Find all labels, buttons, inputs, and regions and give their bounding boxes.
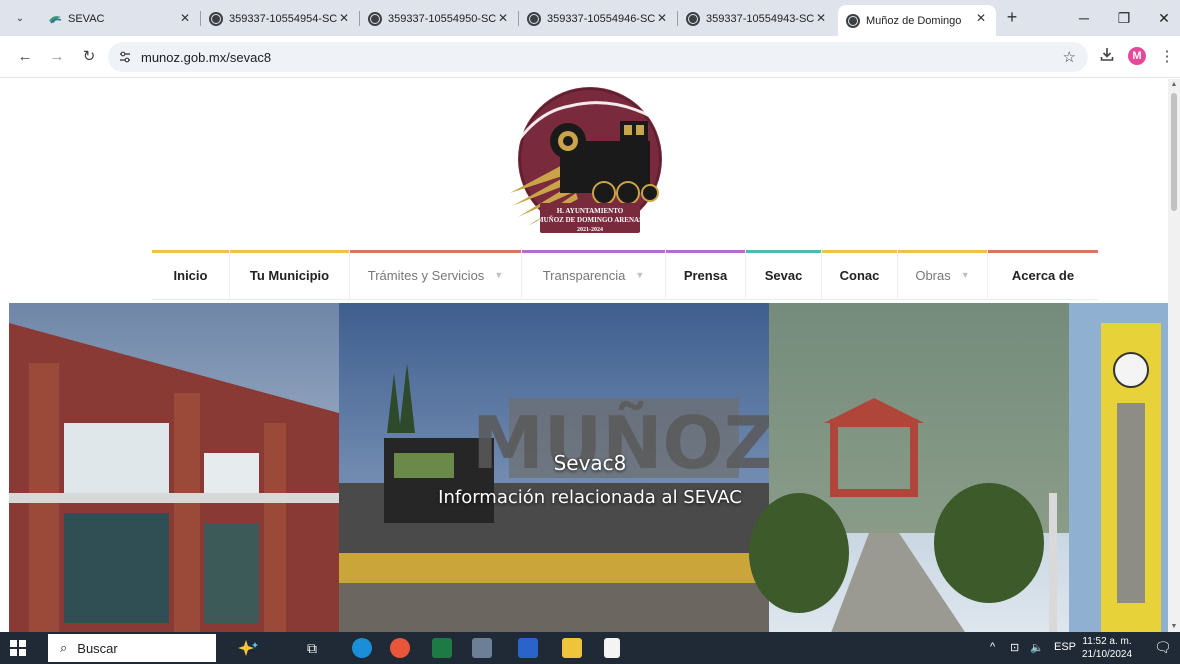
search-icon: ⌕ xyxy=(60,640,68,655)
nav-tu-municipio[interactable]: Tu Municipio xyxy=(230,250,350,300)
tab-title: 359337-10554946-SC xyxy=(547,12,656,25)
globe-icon xyxy=(686,11,700,26)
globe-icon xyxy=(846,13,860,28)
globe-icon xyxy=(368,11,382,26)
back-arrow-icon[interactable]: ← xyxy=(14,46,36,68)
notepad-icon[interactable] xyxy=(604,638,620,658)
chevron-down-icon: ▼ xyxy=(494,270,504,280)
scroll-thumb[interactable] xyxy=(1171,93,1177,211)
download-icon[interactable] xyxy=(1096,46,1118,68)
copilot-sparkle-icon[interactable] xyxy=(236,638,258,658)
minimize-icon[interactable]: ─ xyxy=(1072,6,1096,30)
hero-banner: MUÑOZ Sevac8 Información relacionada al … xyxy=(9,303,1171,632)
taskbar-clock[interactable]: 11:52 a. m. 21/10/2024 xyxy=(1082,635,1132,661)
tab-title: SEVAC xyxy=(68,12,105,25)
network-icon[interactable]: ⊡ xyxy=(1010,641,1019,654)
chevron-down-icon: ▼ xyxy=(960,270,970,280)
nav-transparencia[interactable]: Transparencia ▼ xyxy=(522,250,666,300)
chevron-down-icon: ▼ xyxy=(635,270,645,280)
profile-avatar[interactable]: M xyxy=(1128,47,1146,65)
nav-inicio[interactable]: Inicio xyxy=(152,250,230,300)
tab-close-icon[interactable]: ✕ xyxy=(655,11,669,25)
tab-title: Muñoz de Domingo xyxy=(866,14,962,27)
forward-arrow-icon[interactable]: → xyxy=(46,46,68,68)
sevac-favicon-icon xyxy=(48,12,62,26)
nav-label: Inicio xyxy=(173,267,208,283)
web-page: H. AYUNTAMIENTO MUÑOZ DE DOMINGO ARENAS … xyxy=(0,79,1180,632)
tab-close-icon[interactable]: ✕ xyxy=(337,11,351,25)
nav-sevac[interactable]: Sevac xyxy=(746,250,822,300)
restore-icon[interactable]: ❐ xyxy=(1112,6,1136,30)
logo-line-1: H. AYUNTAMIENTO xyxy=(557,207,624,215)
word-icon[interactable] xyxy=(518,638,538,658)
address-bar[interactable]: munoz.gob.mx/sevac8 ☆ xyxy=(108,42,1088,72)
tab-title: 359337-10554950-SC xyxy=(388,12,497,25)
tray-chevron-up-icon[interactable]: ^ xyxy=(990,641,995,653)
tab-munoz-active[interactable]: Muñoz de Domingo ✕ xyxy=(838,5,996,36)
tab-doc-4[interactable]: 359337-10554943-SC ✕ xyxy=(678,5,836,32)
tab-strip: ⌄ SEVAC ✕ 359337-10554954-SC ✕ 359337-10… xyxy=(0,0,1180,36)
nav-label: Sevac xyxy=(764,267,803,283)
bookmark-star-icon[interactable]: ☆ xyxy=(1063,48,1076,66)
volume-muted-icon[interactable]: 🔈 xyxy=(1030,641,1044,654)
nav-obras[interactable]: Obras ▼ xyxy=(898,250,988,300)
nav-label: Obras xyxy=(915,267,951,283)
tab-title: 359337-10554954-SC xyxy=(229,12,338,25)
nav-label: Acerca de xyxy=(1011,267,1075,283)
globe-icon xyxy=(527,11,541,26)
task-view-icon[interactable]: ⧉ xyxy=(302,638,322,658)
logo-line-2: MUÑOZ DE DOMINGO ARENAS xyxy=(537,216,643,224)
windows-start-icon[interactable] xyxy=(10,640,26,656)
new-tab-button[interactable]: + xyxy=(1003,8,1021,27)
reload-icon[interactable]: ↻ xyxy=(78,46,100,68)
taskbar-search-placeholder: Buscar xyxy=(77,640,118,656)
nav-tramites[interactable]: Trámites y Servicios ▼ xyxy=(350,250,522,300)
menu-kebab-icon[interactable]: ⋮ xyxy=(1156,46,1178,68)
site-info-icon[interactable] xyxy=(118,50,132,64)
tab-doc-1[interactable]: 359337-10554954-SC ✕ xyxy=(201,5,359,32)
main-nav: Inicio Tu Municipio Trámites y Servicios… xyxy=(152,250,1098,300)
browser-toolbar: ← → ↻ munoz.gob.mx/sevac8 ☆ M ⋮ xyxy=(0,36,1180,78)
nav-label: Transparencia xyxy=(542,267,626,283)
globe-icon xyxy=(209,11,223,26)
municipality-logo[interactable]: H. AYUNTAMIENTO MUÑOZ DE DOMINGO ARENAS … xyxy=(500,81,680,241)
notifications-icon[interactable]: 🗨 xyxy=(1154,639,1172,656)
close-window-icon[interactable]: ✕ xyxy=(1152,6,1176,30)
page-scrollbar[interactable]: ▲ ▼ xyxy=(1168,79,1180,632)
tab-close-icon[interactable]: ✕ xyxy=(814,11,828,25)
tab-search-icon[interactable]: ⌄ xyxy=(10,8,30,28)
windows-taskbar: ⌕ Buscar ⧉ ^ ⊡ 🔈 ESP 11:52 a. m. 21/10/2… xyxy=(0,632,1180,664)
nav-acerca-de[interactable]: Acerca de xyxy=(988,250,1098,300)
clock-time: 11:52 a. m. xyxy=(1082,636,1132,647)
hero-title: Sevac8 xyxy=(553,451,627,475)
scroll-up-arrow-icon[interactable]: ▲ xyxy=(1170,81,1178,88)
tab-doc-3[interactable]: 359337-10554946-SC ✕ xyxy=(519,5,677,32)
tab-title: 359337-10554943-SC xyxy=(706,12,815,25)
clock-date: 21/10/2024 xyxy=(1082,649,1133,660)
chrome-profile-icon[interactable] xyxy=(390,638,410,658)
tab-doc-2[interactable]: 359337-10554950-SC ✕ xyxy=(360,5,518,32)
file-explorer-icon[interactable] xyxy=(562,638,582,658)
scroll-down-arrow-icon[interactable]: ▼ xyxy=(1170,623,1178,630)
nav-label: Conac xyxy=(839,267,880,283)
tab-close-icon[interactable]: ✕ xyxy=(496,11,510,25)
nav-label: Tu Municipio xyxy=(249,267,330,283)
tab-close-icon[interactable]: ✕ xyxy=(974,11,988,25)
url-text[interactable]: munoz.gob.mx/sevac8 xyxy=(141,50,271,65)
tab-close-icon[interactable]: ✕ xyxy=(178,11,192,25)
nav-label: Prensa xyxy=(683,267,728,283)
edge-icon[interactable] xyxy=(352,638,372,658)
language-indicator[interactable]: ESP xyxy=(1054,641,1076,653)
logo-line-3: 2021-2024 xyxy=(577,227,603,233)
nav-conac[interactable]: Conac xyxy=(822,250,898,300)
excel-icon[interactable] xyxy=(432,638,452,658)
nav-prensa[interactable]: Prensa xyxy=(666,250,746,300)
tab-sevac[interactable]: SEVAC ✕ xyxy=(40,5,200,32)
screen: ⌄ SEVAC ✕ 359337-10554954-SC ✕ 359337-10… xyxy=(0,0,1180,664)
nav-label: Trámites y Servicios xyxy=(367,267,485,283)
hero-subtitle: Información relacionada al SEVAC xyxy=(438,487,742,508)
taskbar-search[interactable]: ⌕ Buscar xyxy=(48,634,216,662)
calculator-icon[interactable] xyxy=(472,638,492,658)
